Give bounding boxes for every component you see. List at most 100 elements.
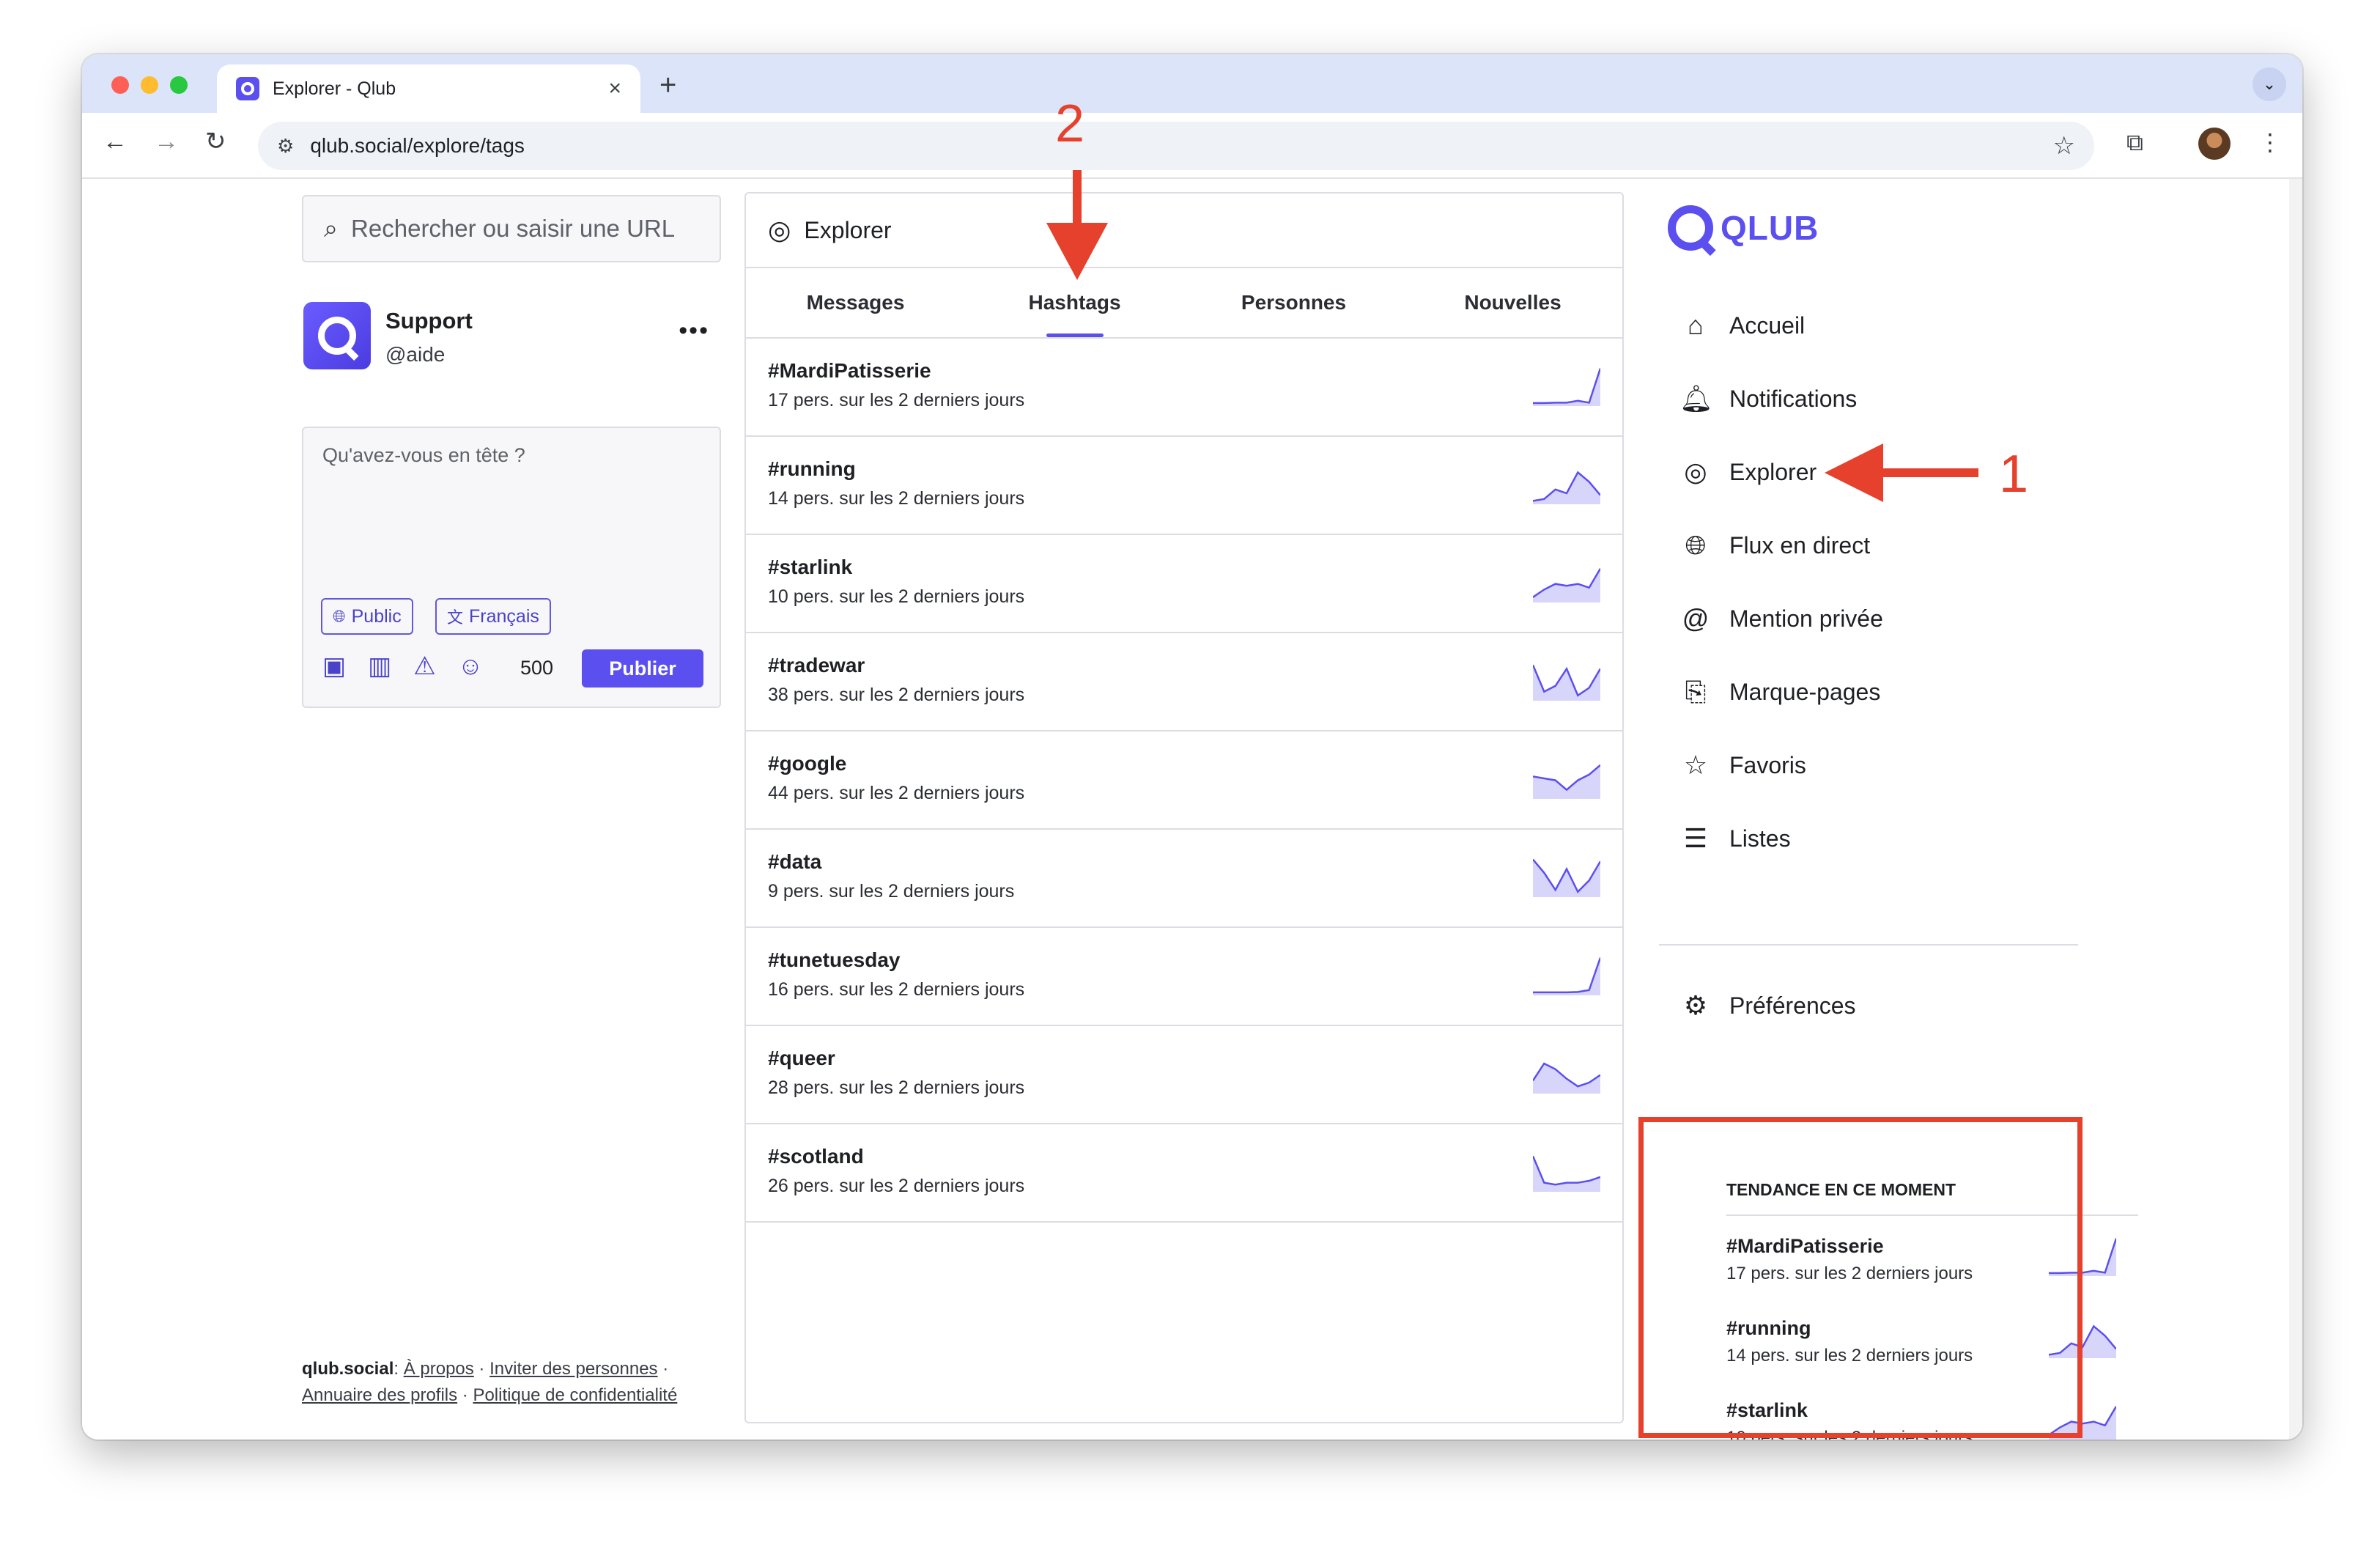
annotation-arrow-2	[1046, 170, 1108, 280]
compose-box[interactable]: Qu'avez-vous en tête ? 🌐︎ Public 文 Franç…	[302, 427, 721, 708]
hashtag-list: #MardiPatisserie 17 pers. sur les 2 derni…	[746, 339, 1622, 1223]
more-options-icon[interactable]: •••	[679, 317, 709, 345]
hashtag-name[interactable]: #google	[768, 752, 1600, 775]
hashtag-name[interactable]: #queer	[768, 1047, 1600, 1070]
menu-item-listes[interactable]: ☰ Listes	[1679, 802, 2090, 875]
hashtag-name[interactable]: #MardiPatisserie	[768, 359, 1600, 383]
hashtag-row[interactable]: #tradewar 38 pers. sur les 2 derniers jou…	[746, 633, 1622, 731]
hashtag-name[interactable]: #tunetuesday	[768, 948, 1600, 972]
annotation-arrow-1	[1825, 443, 1978, 502]
compose-placeholder: Qu'avez-vous en tête ?	[322, 444, 525, 466]
trend-sparkline	[1533, 858, 1600, 897]
menu-item-label: Préférences	[1729, 992, 1856, 1019]
profile-avatar[interactable]	[2198, 128, 2231, 160]
menu-item-notifications[interactable]: 🔔︎ Notifications	[1679, 362, 2090, 435]
bookmark-star-icon[interactable]: ☆	[2053, 131, 2075, 161]
close-window-button[interactable]	[111, 76, 129, 94]
translate-icon: 文	[447, 608, 464, 627]
footer-link-about[interactable]: À propos	[404, 1359, 474, 1379]
menu-divider	[1659, 944, 2078, 946]
address-bar[interactable]: ⚙ qlub.social/explore/tags ☆	[258, 122, 2094, 170]
emoji-icon[interactable]: ☺	[458, 654, 484, 679]
tab-messages[interactable]: Messages	[746, 268, 965, 337]
browser-tab[interactable]: Explorer - Qlub ×	[217, 64, 640, 113]
hashtag-name[interactable]: #running	[768, 457, 1600, 481]
menu-item-favoris[interactable]: ☆ Favoris	[1679, 729, 2090, 802]
qlub-logo-icon	[1668, 205, 1713, 251]
hashtag-row[interactable]: #scotland 26 pers. sur les 2 derniers jou…	[746, 1124, 1622, 1223]
bookmark-icon: ⎘	[1685, 677, 1707, 707]
visibility-button[interactable]: 🌐︎ Public	[321, 598, 413, 635]
hashtag-row[interactable]: #tunetuesday 16 pers. sur les 2 derniers …	[746, 928, 1622, 1026]
qlub-logo[interactable]: QLUB	[1668, 205, 1819, 251]
site-settings-icon[interactable]: ⚙	[277, 135, 294, 158]
footer-link-directory[interactable]: Annuaire des profils	[302, 1385, 457, 1405]
page-title: Explorer	[804, 216, 892, 243]
tab-close-icon[interactable]: ×	[608, 78, 621, 100]
hashtag-name[interactable]: #scotland	[768, 1145, 1600, 1168]
trend-sparkline	[1533, 764, 1600, 799]
menu-item-flux-en-direct[interactable]: 🌐︎ Flux en direct	[1679, 509, 2090, 582]
scrollbar[interactable]	[2289, 179, 2302, 1440]
preferences-section: ⚙ Préférences	[1679, 969, 2090, 1042]
poll-icon[interactable]: ▥	[368, 654, 391, 679]
tab-news[interactable]: Nouvelles	[1403, 268, 1622, 337]
hashtag-row[interactable]: #queer 28 pers. sur les 2 derniers jours	[746, 1026, 1622, 1124]
menu-item-label: Flux en direct	[1729, 531, 1871, 559]
hashtag-row[interactable]: #running 14 pers. sur les 2 derniers jour…	[746, 437, 1622, 535]
back-icon[interactable]: ←	[103, 129, 128, 154]
extensions-icon[interactable]: ⧉	[2126, 130, 2143, 154]
forward-icon[interactable]: →	[154, 129, 179, 154]
search-input[interactable]: ⌕ Rechercher ou saisir une URL	[302, 195, 721, 262]
hashtag-stat: 14 pers. sur les 2 derniers jours	[768, 488, 1025, 509]
new-tab-icon[interactable]: +	[659, 70, 676, 100]
at-icon: @	[1682, 603, 1710, 633]
footer-link-invite[interactable]: Inviter des personnes	[489, 1359, 657, 1379]
account-name[interactable]: Support	[385, 308, 473, 334]
main-navigation: ⌂ Accueil 🔔︎ Notifications ◎ Explorer 🌐︎ Flux e…	[1679, 289, 2090, 875]
hashtag-name[interactable]: #starlink	[768, 556, 1600, 579]
hashtag-stat: 17 pers. sur les 2 derniers jours	[768, 390, 1025, 410]
publish-button[interactable]: Publier	[582, 649, 703, 688]
minimize-window-button[interactable]	[141, 76, 158, 94]
hashtag-stat: 26 pers. sur les 2 derniers jours	[768, 1176, 1025, 1196]
compose-tools: ▣ ▥ ⚠ ☺	[322, 654, 483, 679]
media-icon[interactable]: ▣	[322, 654, 346, 679]
address-url[interactable]: qlub.social/explore/tags	[310, 134, 2052, 158]
bell-icon: 🔔︎	[1679, 383, 1713, 413]
compass-icon: ◎	[1684, 457, 1707, 487]
explore-tabs: Messages Hashtags Personnes Nouvelles	[746, 268, 1622, 339]
star-icon: ☆	[1683, 750, 1708, 780]
menu-item-label: Marque-pages	[1729, 678, 1881, 705]
maximize-window-button[interactable]	[170, 76, 188, 94]
qlub-favicon-icon	[236, 77, 259, 100]
trend-sparkline	[1533, 664, 1600, 701]
tab-people[interactable]: Personnes	[1184, 268, 1403, 337]
kebab-menu-icon[interactable]: ⋮	[2258, 130, 2282, 154]
menu-item-mention-priv-e[interactable]: @ Mention privée	[1679, 582, 2090, 655]
content-warning-icon[interactable]: ⚠	[413, 654, 435, 679]
menu-item-preferences[interactable]: ⚙ Préférences	[1679, 969, 2090, 1042]
site-footer: qlub.social: À propos · Inviter des pers…	[302, 1359, 678, 1405]
reload-icon[interactable]: ↻	[205, 129, 226, 154]
menu-item-accueil[interactable]: ⌂ Accueil	[1679, 289, 2090, 362]
menu-item-marque-pages[interactable]: ⎘ Marque-pages	[1679, 655, 2090, 729]
hashtag-row[interactable]: #data 9 pers. sur les 2 derniers jours	[746, 830, 1622, 928]
explore-header: ◎ Explorer	[746, 194, 1622, 268]
avatar[interactable]	[303, 302, 371, 369]
hashtag-stat: 28 pers. sur les 2 derniers jours	[768, 1077, 1025, 1098]
tab-search-chevron-icon[interactable]: ⌄	[2252, 67, 2286, 101]
sparkline-area	[1533, 1156, 1600, 1192]
sparkline-area	[1533, 764, 1600, 799]
footer-link-privacy[interactable]: Politique de confidentialité	[473, 1385, 677, 1405]
hashtag-row[interactable]: #google 44 pers. sur les 2 derniers jours	[746, 731, 1622, 830]
hashtag-row[interactable]: #MardiPatisserie 17 pers. sur les 2 derni…	[746, 339, 1622, 437]
compass-icon: ◎	[768, 215, 791, 245]
browser-toolbar: ← → ↻ ⚙ qlub.social/explore/tags ☆ ⧉ ⋮	[82, 113, 2302, 179]
tab-title: Explorer - Qlub	[273, 78, 396, 99]
language-button[interactable]: 文 Français	[435, 598, 551, 635]
trend-sparkline	[1533, 1155, 1600, 1192]
hashtag-name[interactable]: #data	[768, 850, 1600, 874]
hashtag-row[interactable]: #starlink 10 pers. sur les 2 derniers jou…	[746, 535, 1622, 633]
hashtag-name[interactable]: #tradewar	[768, 654, 1600, 677]
